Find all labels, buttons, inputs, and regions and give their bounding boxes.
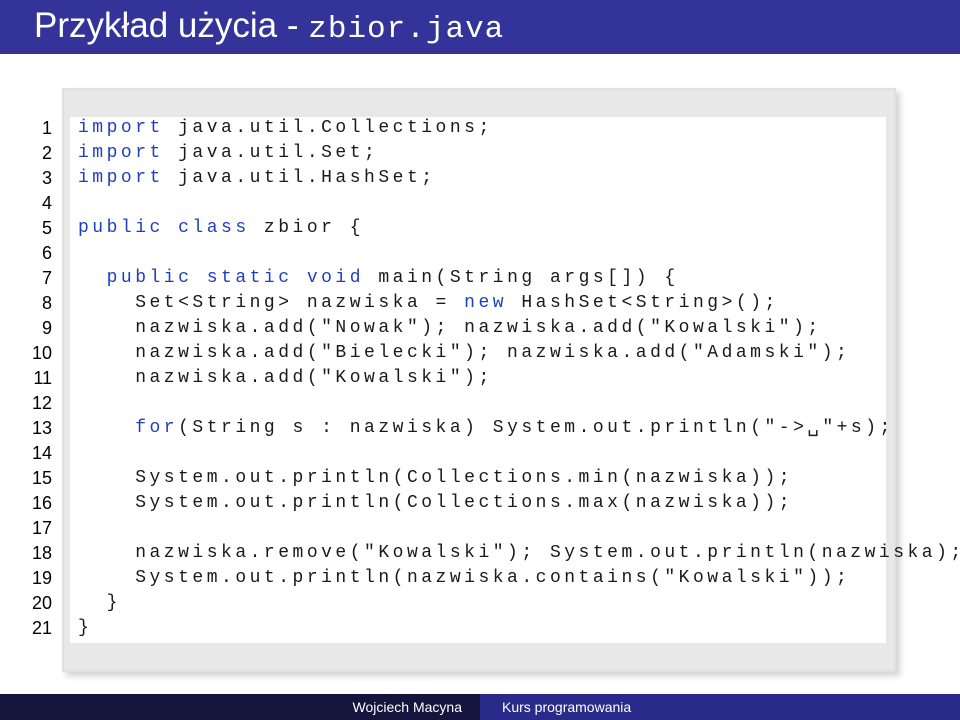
code-line-16: System.out.println(Collections.max(nazwi… — [78, 493, 794, 513]
line-number: 6 — [41, 243, 52, 263]
line-number: 17 — [31, 518, 52, 538]
line-number: 5 — [41, 218, 52, 238]
keyword: import — [78, 143, 164, 163]
code-line-11: nazwiska.add("Kowalski"); — [78, 368, 493, 388]
code-text: Set<String> nazwiska = — [78, 293, 465, 313]
slide-title-text: Przykład użycia - — [34, 6, 309, 45]
code-line-21: } — [78, 618, 93, 638]
line-number: 3 — [41, 168, 52, 188]
line-number: 19 — [31, 568, 52, 588]
line-number: 20 — [31, 593, 52, 613]
code-text: (String s : nazwiska) System.out.println… — [178, 418, 894, 438]
code-line-13: for(String s : nazwiska) System.out.prin… — [78, 416, 960, 441]
keyword: for — [78, 418, 179, 438]
line-number: 4 — [41, 193, 52, 213]
footer-author: Wojciech Macyna — [0, 694, 480, 720]
slide-title: Przykład użycia - zbior.java — [34, 6, 505, 47]
code-line-19: System.out.println(nazwiska.contains("Ko… — [78, 568, 851, 588]
line-number: 16 — [31, 493, 52, 513]
line-number: 13 — [31, 418, 52, 438]
code-line-2: import java.util.Set; — [78, 141, 960, 166]
line-number: 10 — [31, 343, 52, 363]
code-line-9: nazwiska.add("Nowak"); nazwiska.add("Kow… — [78, 318, 822, 338]
line-number-gutter: 1 2 3 4 5 6 7 8 9 10 11 12 13 14 15 16 1… — [0, 116, 52, 641]
line-number: 9 — [41, 318, 52, 338]
keyword: public class — [78, 218, 250, 238]
line-number: 21 — [31, 618, 52, 638]
code-line-8: Set<String> nazwiska = new HashSet<Strin… — [78, 291, 960, 316]
title-bar: Przykład użycia - zbior.java — [0, 0, 960, 54]
slide-title-filename: zbior.java — [308, 12, 505, 47]
code-line-20: } — [78, 593, 121, 613]
code-text: java.util.Collections; — [163, 118, 493, 138]
code-line-7: public static void main(String args[]) { — [78, 266, 960, 291]
code-text: java.util.Set; — [163, 143, 379, 163]
line-number: 15 — [31, 468, 52, 488]
code-text: main(String args[]) { — [364, 268, 679, 288]
line-number: 11 — [33, 368, 52, 388]
code-line-3: import java.util.HashSet; — [78, 166, 960, 191]
code-text: zbior { — [249, 218, 365, 238]
code-line-18: nazwiska.remove("Kowalski"); System.out.… — [78, 543, 960, 563]
keyword: import — [78, 168, 164, 188]
keyword: public static void — [78, 268, 365, 288]
line-number: 14 — [31, 443, 52, 463]
line-number: 7 — [41, 268, 52, 288]
line-number: 1 — [41, 118, 52, 138]
code-listing: import java.util.Collections; import jav… — [78, 116, 960, 641]
keyword: import — [78, 118, 164, 138]
footer-bar: Wojciech Macyna Kurs programowania — [0, 694, 960, 720]
code-line-15: System.out.println(Collections.min(nazwi… — [78, 468, 794, 488]
code-line-1: import java.util.Collections; — [78, 116, 960, 141]
keyword: new — [464, 293, 508, 313]
line-number: 2 — [41, 143, 52, 163]
code-line-5: public class zbior { — [78, 216, 960, 241]
code-text: java.util.HashSet; — [163, 168, 436, 188]
line-number: 12 — [31, 393, 52, 413]
footer-course-title: Kurs programowania — [480, 694, 960, 720]
code-text: HashSet<String>(); — [507, 293, 779, 313]
code-line-10: nazwiska.add("Bielecki"); nazwiska.add("… — [78, 343, 851, 363]
line-number: 8 — [41, 293, 52, 313]
line-number: 18 — [31, 543, 52, 563]
